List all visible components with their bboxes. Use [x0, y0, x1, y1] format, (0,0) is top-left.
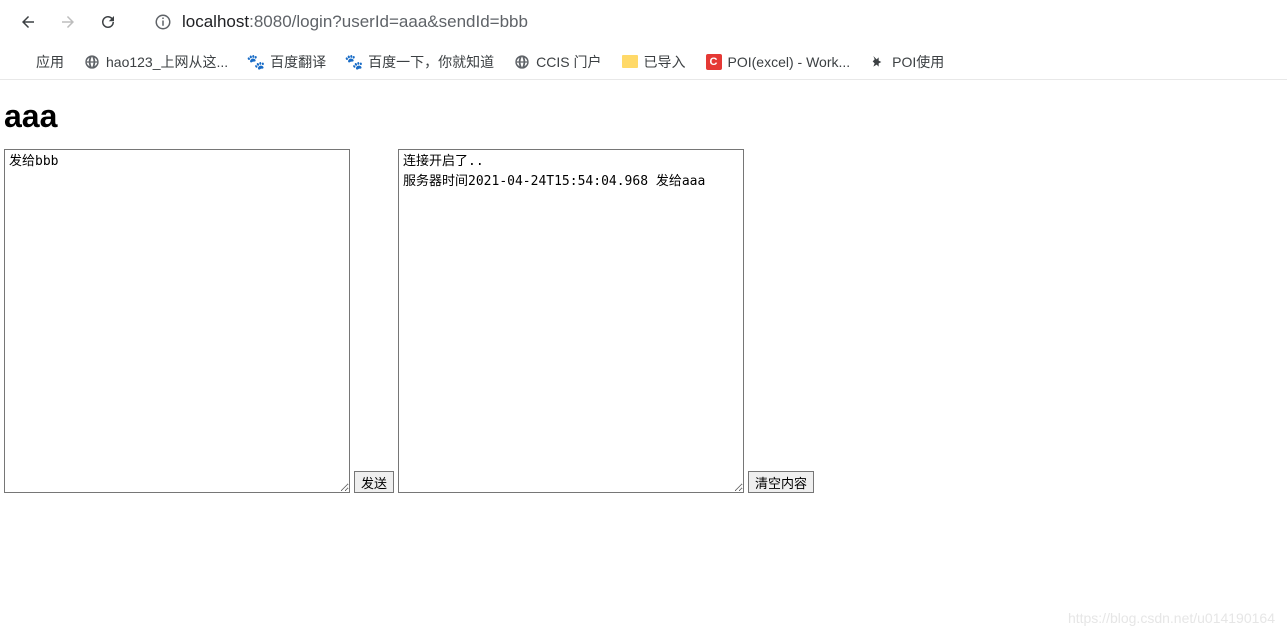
bookmark-baidu-translate[interactable]: 🐾 百度翻译 [248, 52, 326, 72]
bookmark-poi[interactable]: C POI(excel) - Work... [706, 54, 851, 70]
reload-icon [99, 13, 117, 31]
bookmark-imported[interactable]: 已导入 [622, 52, 686, 72]
bookmarks-bar: 应用 hao123_上网从这... 🐾 百度翻译 🐾 百度一下，你就知道 CCI… [0, 44, 1287, 80]
bookmark-label: 百度翻译 [270, 52, 326, 72]
globe-icon [514, 54, 530, 70]
apps-grid-icon [14, 54, 30, 70]
folder-icon [622, 55, 638, 68]
send-button[interactable]: 发送 [354, 471, 394, 493]
page-title: aaa [0, 98, 1287, 135]
bookmark-poi-use[interactable]: POI使用 [870, 52, 944, 72]
globe-icon [84, 54, 100, 70]
url-host: localhost [182, 12, 249, 31]
bookmark-label: POI使用 [892, 52, 944, 72]
address-bar[interactable]: localhost:8080/login?userId=aaa&sendId=b… [140, 5, 1275, 39]
letter-c-icon: C [706, 54, 722, 70]
bookmark-label: POI(excel) - Work... [728, 54, 851, 70]
bookmark-label: 应用 [36, 52, 64, 72]
message-input[interactable] [4, 149, 350, 493]
browser-toolbar: localhost:8080/login?userId=aaa&sendId=b… [0, 0, 1287, 44]
bookmark-label: 百度一下，你就知道 [368, 52, 494, 72]
nav-back-button[interactable] [12, 6, 44, 38]
nav-reload-button[interactable] [92, 6, 124, 38]
bookmark-apps[interactable]: 应用 [14, 52, 64, 72]
watermark: https://blog.csdn.net/u014190164 [1068, 610, 1275, 626]
bookmark-ccis[interactable]: CCIS 门户 [514, 52, 601, 72]
zhihu-icon [870, 54, 886, 70]
site-info-icon[interactable] [154, 13, 172, 31]
paw-icon: 🐾 [346, 54, 362, 70]
bookmark-label: hao123_上网从这... [106, 52, 228, 72]
paw-icon: 🐾 [248, 54, 264, 70]
bookmark-label: 已导入 [644, 52, 686, 72]
bookmark-baidu-search[interactable]: 🐾 百度一下，你就知道 [346, 52, 494, 72]
address-text: localhost:8080/login?userId=aaa&sendId=b… [182, 12, 528, 32]
bookmark-hao123[interactable]: hao123_上网从这... [84, 52, 228, 72]
url-path: :8080/login?userId=aaa&sendId=bbb [249, 12, 528, 31]
nav-forward-button[interactable] [52, 6, 84, 38]
page-content: aaa 发送 清空内容 [0, 80, 1287, 493]
clear-button[interactable]: 清空内容 [748, 471, 814, 493]
arrow-left-icon [19, 13, 37, 31]
chat-area: 发送 清空内容 [0, 149, 1287, 493]
arrow-right-icon [59, 13, 77, 31]
log-output[interactable] [398, 149, 744, 493]
bookmark-label: CCIS 门户 [536, 52, 601, 72]
